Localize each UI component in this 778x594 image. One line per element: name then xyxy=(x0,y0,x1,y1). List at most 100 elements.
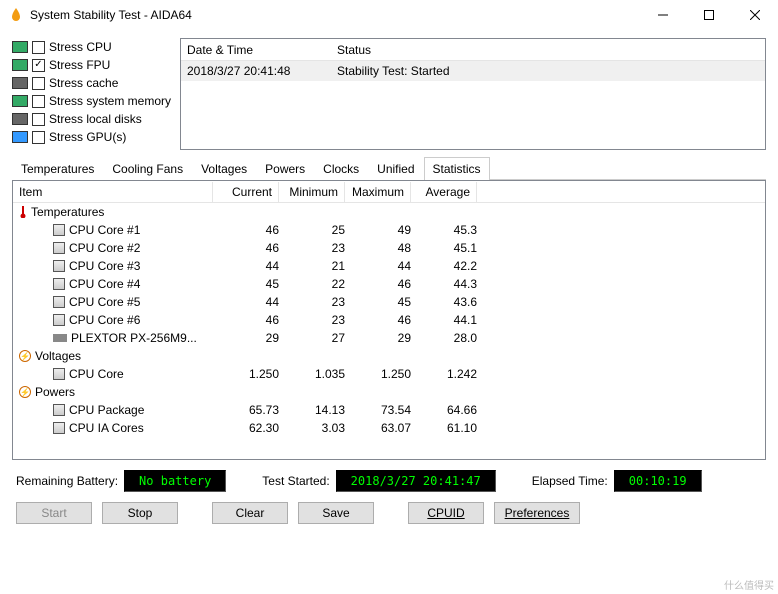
stress-item[interactable]: Stress system memory xyxy=(12,92,172,110)
stats-group[interactable]: Temperatures xyxy=(13,203,765,221)
chip-icon xyxy=(53,404,65,416)
save-button[interactable]: Save xyxy=(298,502,374,524)
stats-row[interactable]: PLEXTOR PX-256M9... 29 27 29 28.0 xyxy=(13,329,765,347)
stats-row[interactable]: CPU Core #2 46 23 48 45.1 xyxy=(13,239,765,257)
val-current: 62.30 xyxy=(213,421,279,435)
group-label: Voltages xyxy=(35,349,81,363)
checkbox-icon[interactable] xyxy=(32,131,45,144)
val-average: 43.6 xyxy=(411,295,477,309)
tab-unified[interactable]: Unified xyxy=(368,157,423,180)
stats-row[interactable]: CPU IA Cores 62.30 3.03 63.07 61.10 xyxy=(13,419,765,437)
window-title: System Stability Test - AIDA64 xyxy=(30,8,640,22)
statistics-table[interactable]: Item Current Minimum Maximum Average Tem… xyxy=(12,180,766,460)
col-maximum: Maximum xyxy=(345,182,411,202)
stress-label: Stress GPU(s) xyxy=(49,130,126,144)
checkbox-icon[interactable] xyxy=(32,77,45,90)
stress-item[interactable]: Stress GPU(s) xyxy=(12,128,172,146)
tab-cooling-fans[interactable]: Cooling Fans xyxy=(103,157,192,180)
row-label: CPU Core #2 xyxy=(69,241,140,255)
start-button[interactable]: Start xyxy=(16,502,92,524)
val-maximum: 1.250 xyxy=(345,367,411,381)
stress-item[interactable]: Stress local disks xyxy=(12,110,172,128)
group-label: Temperatures xyxy=(31,205,104,219)
stress-label: Stress local disks xyxy=(49,112,142,126)
cpuid-button[interactable]: CPUID xyxy=(408,502,484,524)
checkbox-icon[interactable] xyxy=(32,95,45,108)
col-minimum: Minimum xyxy=(279,182,345,202)
battery-label: Remaining Battery: xyxy=(16,474,118,488)
checkbox-icon[interactable] xyxy=(32,41,45,54)
stats-row[interactable]: CPU Core #3 44 21 44 42.2 xyxy=(13,257,765,275)
val-maximum: 63.07 xyxy=(345,421,411,435)
val-current: 45 xyxy=(213,277,279,291)
stats-row[interactable]: CPU Core #4 45 22 46 44.3 xyxy=(13,275,765,293)
minimize-button[interactable] xyxy=(640,0,686,30)
log-header-date: Date & Time xyxy=(181,41,331,59)
log-row[interactable]: 2018/3/27 20:41:48Stability Test: Starte… xyxy=(181,61,765,81)
val-average: 44.1 xyxy=(411,313,477,327)
col-average: Average xyxy=(411,182,477,202)
stats-row[interactable]: CPU Core #6 46 23 46 44.1 xyxy=(13,311,765,329)
stats-group[interactable]: ⚡Powers xyxy=(13,383,765,401)
stats-row[interactable]: CPU Package 65.73 14.13 73.54 64.66 xyxy=(13,401,765,419)
val-minimum: 1.035 xyxy=(279,367,345,381)
stats-group[interactable]: ⚡ Voltages xyxy=(13,347,765,365)
val-current: 46 xyxy=(213,223,279,237)
val-minimum: 21 xyxy=(279,259,345,273)
val-maximum: 46 xyxy=(345,277,411,291)
tab-statistics[interactable]: Statistics xyxy=(424,157,490,180)
chip-icon xyxy=(53,242,65,254)
checkbox-icon[interactable] xyxy=(32,113,45,126)
watermark: 什么值得买 xyxy=(724,577,774,592)
started-value: 2018/3/27 20:41:47 xyxy=(336,470,496,492)
val-current: 29 xyxy=(213,331,279,345)
val-minimum: 27 xyxy=(279,331,345,345)
close-button[interactable] xyxy=(732,0,778,30)
log-header-status: Status xyxy=(331,41,765,59)
row-label: CPU IA Cores xyxy=(69,421,144,435)
val-average: 45.3 xyxy=(411,223,477,237)
hw-icon xyxy=(12,59,28,71)
val-current: 1.250 xyxy=(213,367,279,381)
stats-row[interactable]: CPU Core #5 44 23 45 43.6 xyxy=(13,293,765,311)
stop-button[interactable]: Stop xyxy=(102,502,178,524)
val-average: 44.3 xyxy=(411,277,477,291)
val-minimum: 14.13 xyxy=(279,403,345,417)
stats-row[interactable]: CPU Core #1 46 25 49 45.3 xyxy=(13,221,765,239)
clear-button[interactable]: Clear xyxy=(212,502,288,524)
hw-icon xyxy=(12,77,28,89)
chip-icon xyxy=(53,278,65,290)
val-average: 1.242 xyxy=(411,367,477,381)
stress-item[interactable]: Stress CPU xyxy=(12,38,172,56)
preferences-button[interactable]: Preferences xyxy=(494,502,580,524)
val-average: 61.10 xyxy=(411,421,477,435)
stats-row[interactable]: CPU Core 1.250 1.035 1.250 1.242 xyxy=(13,365,765,383)
tab-bar: TemperaturesCooling FansVoltagesPowersCl… xyxy=(12,156,766,180)
row-label: CPU Core #4 xyxy=(69,277,140,291)
val-minimum: 22 xyxy=(279,277,345,291)
val-current: 46 xyxy=(213,313,279,327)
voltage-icon: ⚡ xyxy=(19,350,31,362)
val-maximum: 49 xyxy=(345,223,411,237)
stress-item[interactable]: Stress cache xyxy=(12,74,172,92)
val-maximum: 73.54 xyxy=(345,403,411,417)
stress-item[interactable]: ✓ Stress FPU xyxy=(12,56,172,74)
row-label: CPU Core #1 xyxy=(69,223,140,237)
event-log: Date & Time Status 2018/3/27 20:41:48Sta… xyxy=(180,38,766,150)
thermometer-icon xyxy=(19,206,27,218)
val-current: 44 xyxy=(213,259,279,273)
row-label: CPU Core #5 xyxy=(69,295,140,309)
val-minimum: 23 xyxy=(279,241,345,255)
maximize-button[interactable] xyxy=(686,0,732,30)
val-maximum: 46 xyxy=(345,313,411,327)
tab-clocks[interactable]: Clocks xyxy=(314,157,368,180)
tab-powers[interactable]: Powers xyxy=(256,157,314,180)
checkbox-icon[interactable]: ✓ xyxy=(32,59,45,72)
val-average: 28.0 xyxy=(411,331,477,345)
tab-voltages[interactable]: Voltages xyxy=(192,157,256,180)
status-bar: Remaining Battery: No battery Test Start… xyxy=(12,460,766,500)
tab-temperatures[interactable]: Temperatures xyxy=(12,157,103,180)
val-maximum: 29 xyxy=(345,331,411,345)
chip-icon xyxy=(53,260,65,272)
button-bar: Start Stop Clear Save CPUID Preferences xyxy=(12,500,766,526)
